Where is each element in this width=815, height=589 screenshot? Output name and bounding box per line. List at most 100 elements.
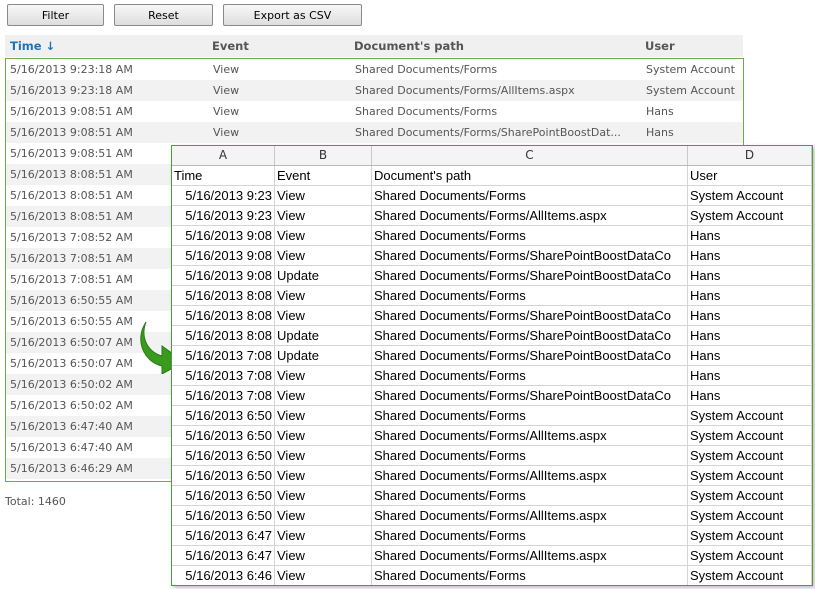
sheet-cell-event[interactable]: Update	[275, 346, 372, 365]
sheet-cell-path[interactable]: Shared Documents/Forms/SharePointBoostDa…	[372, 346, 688, 365]
sheet-cell-event[interactable]: View	[275, 386, 372, 405]
table-row[interactable]: 5/16/2013 9:08:51 AM View Shared Documents…	[6, 122, 743, 143]
sheet-cell-event[interactable]: View	[275, 246, 372, 265]
reset-button[interactable]: Reset	[114, 4, 213, 26]
sheet-cell-path[interactable]: Shared Documents/Forms/SharePointBoostDa…	[372, 266, 688, 285]
sheet-cell-path[interactable]: Shared Documents/Forms/AllItems.aspx	[372, 506, 688, 525]
column-letter-d[interactable]: D	[688, 146, 812, 165]
sheet-cell-user[interactable]: System Account	[688, 446, 812, 465]
sheet-cell-user[interactable]: Hans	[688, 286, 812, 305]
sheet-header-event[interactable]: Event	[275, 166, 372, 185]
sheet-cell-user[interactable]: System Account	[688, 186, 812, 205]
sheet-cell-event[interactable]: View	[275, 446, 372, 465]
sheet-cell-path[interactable]: Shared Documents/Forms	[372, 406, 688, 425]
sheet-cell-user[interactable]: Hans	[688, 246, 812, 265]
sheet-cell-time[interactable]: 5/16/2013 9:08	[172, 246, 275, 265]
export-csv-button[interactable]: Export as CSV	[223, 4, 362, 26]
sheet-header-time[interactable]: Time	[172, 166, 275, 185]
sheet-cell-path[interactable]: Shared Documents/Forms/SharePointBoostDa…	[372, 306, 688, 325]
sheet-cell-time[interactable]: 5/16/2013 7:08	[172, 346, 275, 365]
sheet-cell-user[interactable]: System Account	[688, 506, 812, 525]
sheet-cell-user[interactable]: System Account	[688, 466, 812, 485]
sheet-cell-event[interactable]: Update	[275, 326, 372, 345]
filter-button[interactable]: Filter	[7, 4, 104, 26]
column-header-event[interactable]: Event	[212, 39, 249, 53]
sheet-cell-path[interactable]: Shared Documents/Forms	[372, 526, 688, 545]
sheet-cell-path[interactable]: Shared Documents/Forms/AllItems.aspx	[372, 546, 688, 565]
sheet-cell-path[interactable]: Shared Documents/Forms	[372, 366, 688, 385]
sheet-cell-user[interactable]: Hans	[688, 326, 812, 345]
sheet-cell-user[interactable]: System Account	[688, 206, 812, 225]
sheet-cell-event[interactable]: View	[275, 206, 372, 225]
sheet-cell-path[interactable]: Shared Documents/Forms	[372, 286, 688, 305]
sheet-cell-time[interactable]: 5/16/2013 6:50	[172, 486, 275, 505]
sheet-cell-user[interactable]: System Account	[688, 526, 812, 545]
column-header-user[interactable]: User	[645, 39, 675, 53]
column-letter-b[interactable]: B	[275, 146, 372, 165]
sheet-cell-time[interactable]: 5/16/2013 9:23	[172, 206, 275, 225]
sheet-cell-path[interactable]: Shared Documents/Forms/SharePointBoostDa…	[372, 386, 688, 405]
sheet-cell-event[interactable]: View	[275, 226, 372, 245]
sheet-cell-event[interactable]: View	[275, 566, 372, 585]
sheet-cell-time[interactable]: 5/16/2013 6:50	[172, 406, 275, 425]
sheet-cell-time[interactable]: 5/16/2013 7:08	[172, 386, 275, 405]
sheet-cell-time[interactable]: 5/16/2013 9:23	[172, 186, 275, 205]
sheet-header-path[interactable]: Document's path	[372, 166, 688, 185]
sheet-cell-path[interactable]: Shared Documents/Forms	[372, 566, 688, 585]
sheet-cell-time[interactable]: 5/16/2013 6:50	[172, 426, 275, 445]
sheet-cell-user[interactable]: Hans	[688, 366, 812, 385]
sheet-cell-event[interactable]: View	[275, 406, 372, 425]
sheet-cell-path[interactable]: Shared Documents/Forms	[372, 226, 688, 245]
table-row[interactable]: 5/16/2013 9:23:18 AM View Shared Documents…	[6, 59, 743, 80]
sheet-cell-time[interactable]: 5/16/2013 6:47	[172, 546, 275, 565]
column-letter-a[interactable]: A	[172, 146, 275, 165]
sheet-cell-user[interactable]: System Account	[688, 566, 812, 585]
sheet-cell-time[interactable]: 5/16/2013 9:08	[172, 266, 275, 285]
sheet-cell-path[interactable]: Shared Documents/Forms/AllItems.aspx	[372, 466, 688, 485]
sheet-cell-time[interactable]: 5/16/2013 6:50	[172, 446, 275, 465]
sheet-cell-time[interactable]: 5/16/2013 6:46	[172, 566, 275, 585]
sheet-cell-time[interactable]: 5/16/2013 7:08	[172, 366, 275, 385]
sheet-cell-event[interactable]: View	[275, 426, 372, 445]
sheet-cell-user[interactable]: System Account	[688, 406, 812, 425]
sheet-cell-user[interactable]: Hans	[688, 386, 812, 405]
sheet-cell-user[interactable]: System Account	[688, 426, 812, 445]
sheet-cell-event[interactable]: View	[275, 286, 372, 305]
sheet-cell-path[interactable]: Shared Documents/Forms/SharePointBoostDa…	[372, 246, 688, 265]
table-row[interactable]: 5/16/2013 9:08:51 AM View Shared Documents…	[6, 101, 743, 122]
sheet-cell-event[interactable]: View	[275, 526, 372, 545]
sheet-cell-path[interactable]: Shared Documents/Forms	[372, 186, 688, 205]
sheet-cell-time[interactable]: 5/16/2013 8:08	[172, 306, 275, 325]
column-header-path[interactable]: Document's path	[354, 39, 464, 53]
sheet-header-user[interactable]: User	[688, 166, 812, 185]
sheet-cell-user[interactable]: System Account	[688, 486, 812, 505]
sheet-cell-time[interactable]: 5/16/2013 8:08	[172, 326, 275, 345]
sheet-cell-event[interactable]: View	[275, 546, 372, 565]
sheet-cell-event[interactable]: Update	[275, 266, 372, 285]
sheet-cell-event[interactable]: View	[275, 486, 372, 505]
sheet-cell-time[interactable]: 5/16/2013 6:50	[172, 506, 275, 525]
sheet-cell-time[interactable]: 5/16/2013 8:08	[172, 286, 275, 305]
sheet-cell-user[interactable]: System Account	[688, 546, 812, 565]
sheet-cell-path[interactable]: Shared Documents/Forms	[372, 446, 688, 465]
sheet-cell-time[interactable]: 5/16/2013 6:50	[172, 466, 275, 485]
sheet-cell-event[interactable]: View	[275, 366, 372, 385]
sheet-cell-path[interactable]: Shared Documents/Forms/AllItems.aspx	[372, 426, 688, 445]
sheet-cell-event[interactable]: View	[275, 466, 372, 485]
sheet-cell-path[interactable]: Shared Documents/Forms/AllItems.aspx	[372, 206, 688, 225]
column-letter-c[interactable]: C	[372, 146, 688, 165]
sheet-cell-user[interactable]: Hans	[688, 306, 812, 325]
column-header-time[interactable]: Time ↓	[10, 39, 55, 53]
table-row[interactable]: 5/16/2013 9:23:18 AM View Shared Documents…	[6, 80, 743, 101]
sheet-cell-time[interactable]: 5/16/2013 9:08	[172, 226, 275, 245]
sheet-cell-path[interactable]: Shared Documents/Forms/SharePointBoostDa…	[372, 326, 688, 345]
sheet-cell-event[interactable]: View	[275, 306, 372, 325]
sheet-cell-user[interactable]: Hans	[688, 226, 812, 245]
sheet-cell-event[interactable]: View	[275, 506, 372, 525]
sheet-cell-user[interactable]: Hans	[688, 346, 812, 365]
sheet-cell-time[interactable]: 5/16/2013 6:47	[172, 526, 275, 545]
sheet-cell-path[interactable]: Shared Documents/Forms	[372, 486, 688, 505]
sheet-row: 5/16/2013 9:23 View Shared Documents/Forms…	[172, 206, 812, 226]
sheet-cell-user[interactable]: Hans	[688, 266, 812, 285]
sheet-cell-event[interactable]: View	[275, 186, 372, 205]
